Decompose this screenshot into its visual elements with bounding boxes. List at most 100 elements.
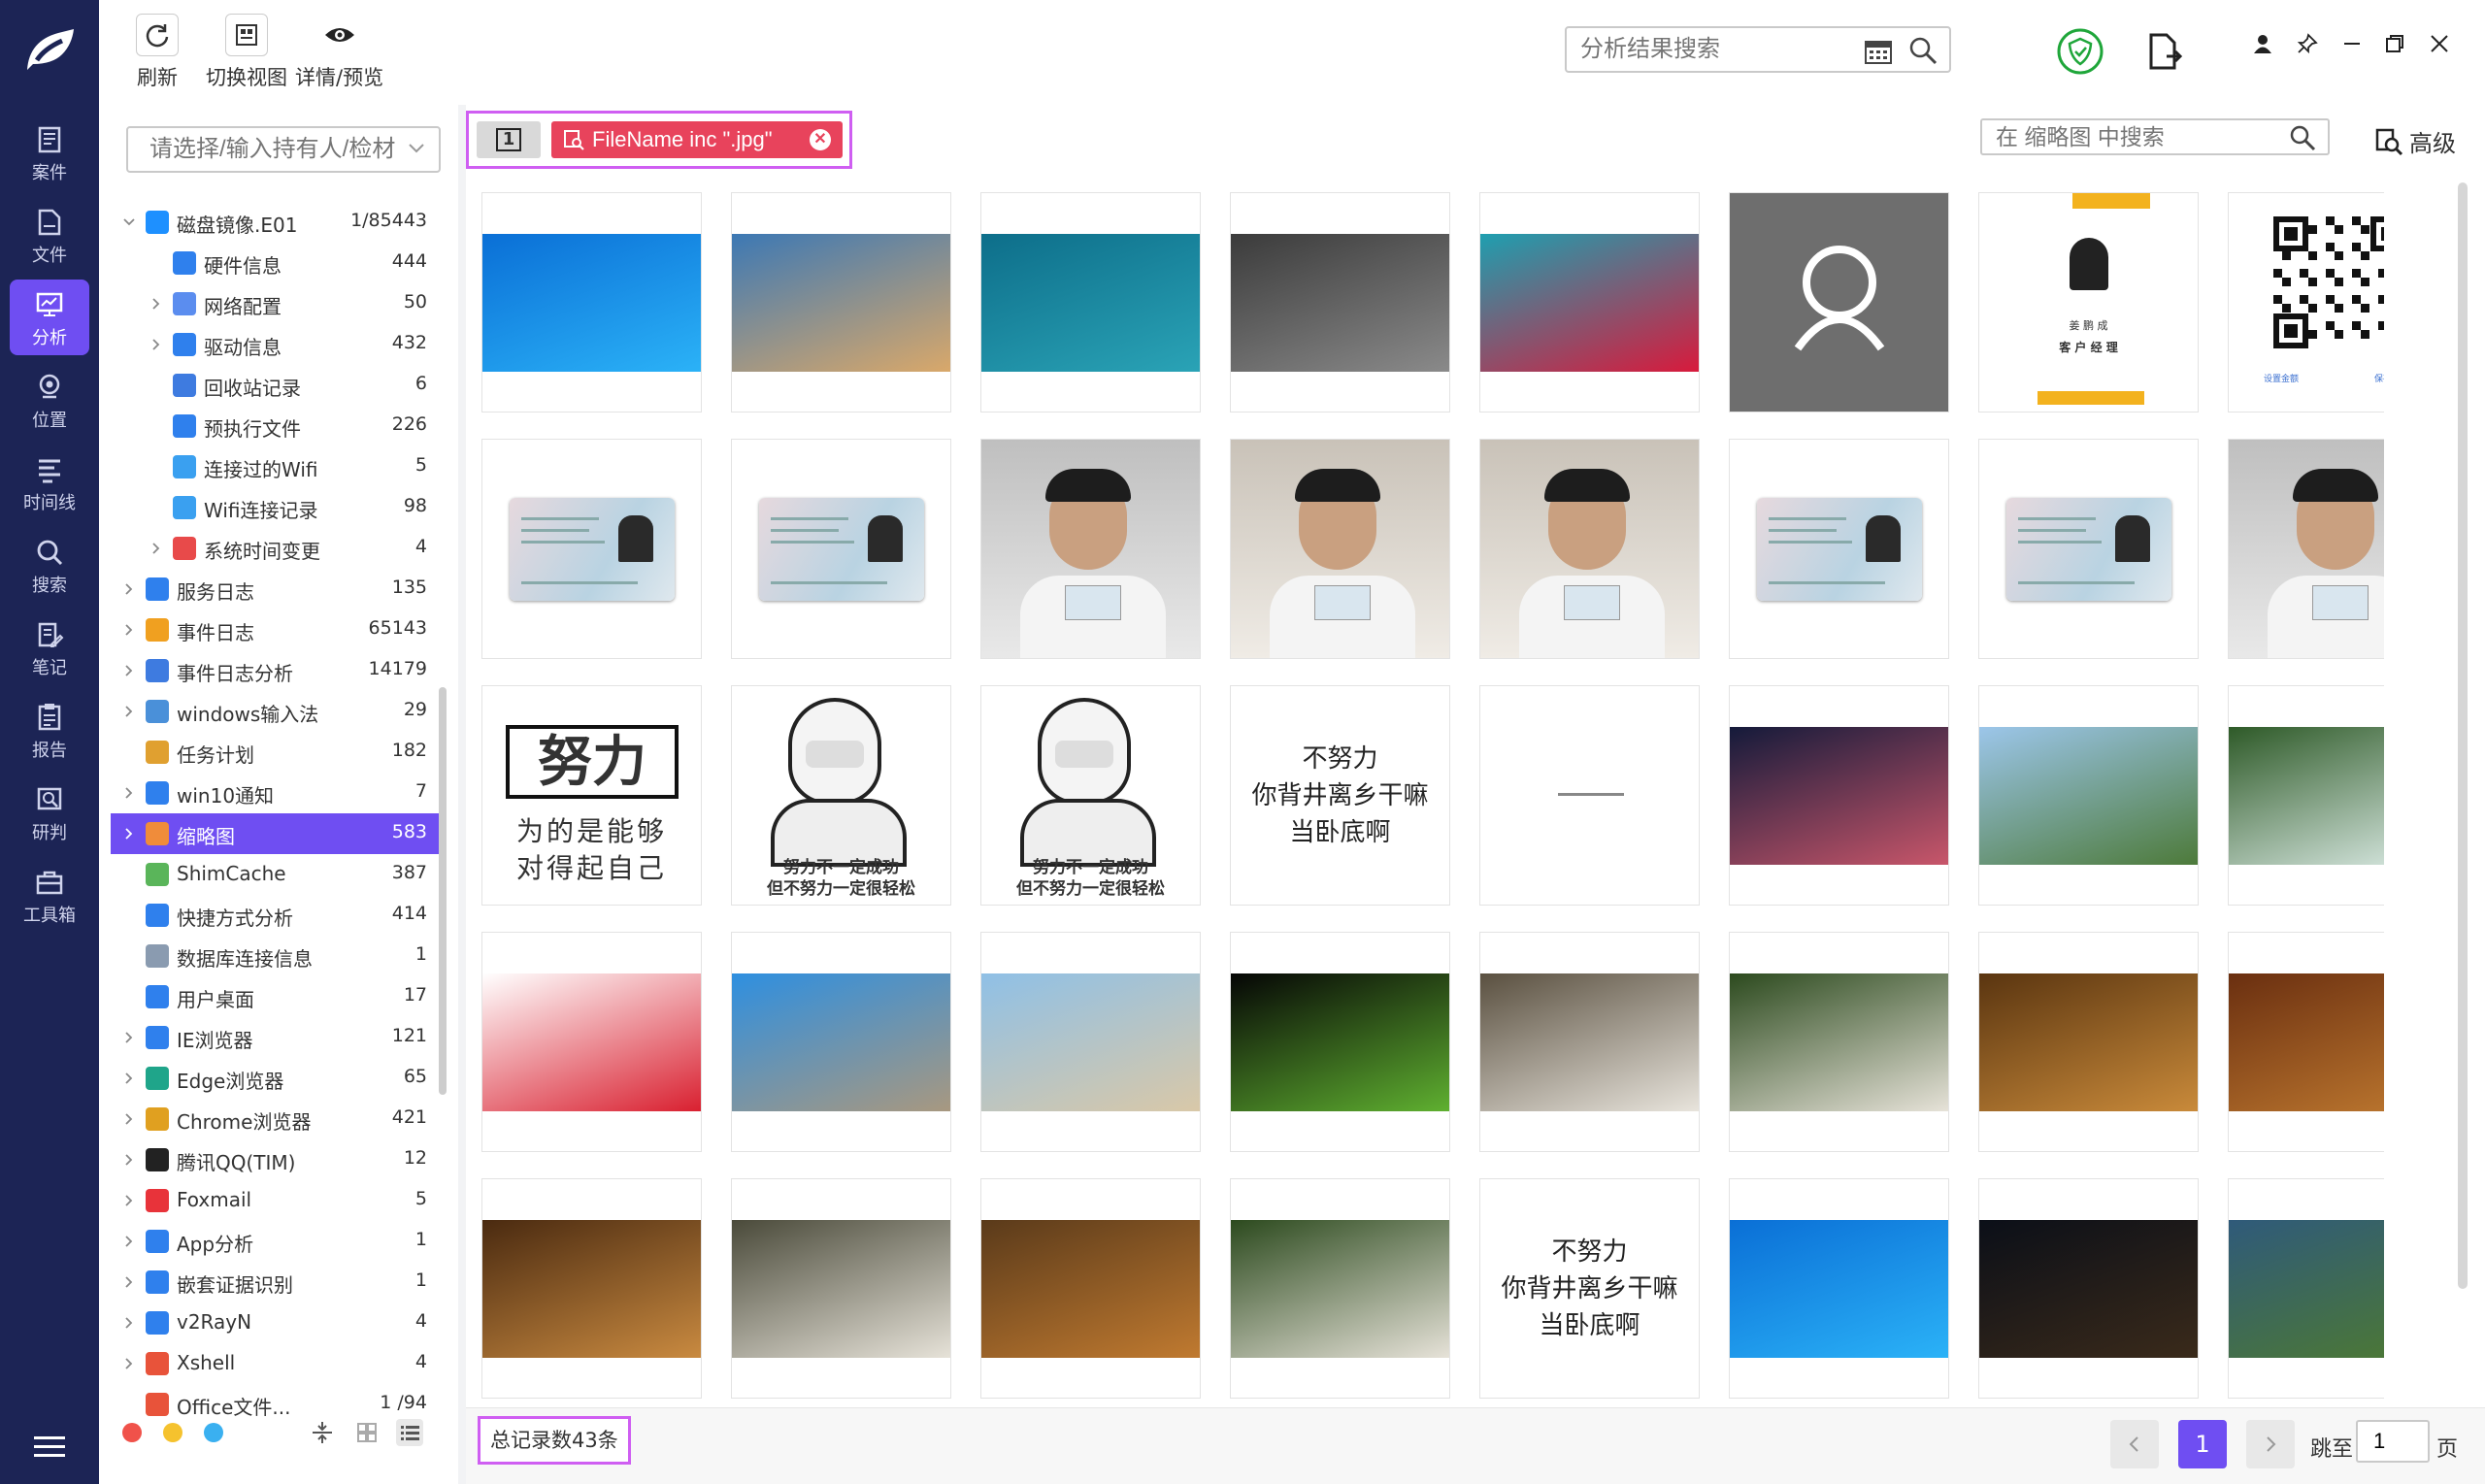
thumbnail-lion[interactable] [980, 1178, 1201, 1399]
thumbnail-cartoon-dog[interactable] [980, 932, 1201, 1152]
thumbnail-id-card[interactable] [1729, 439, 1949, 659]
tree-item[interactable]: 用户桌面 17 [111, 976, 441, 1017]
thumbnail-white-tiger-grass[interactable] [1729, 932, 1949, 1152]
shield-status-icon[interactable] [2056, 27, 2104, 76]
holder-select[interactable] [126, 126, 441, 173]
tree-item[interactable]: 快捷方式分析 414 [111, 895, 441, 936]
tree-item[interactable]: 硬件信息 444 [111, 243, 441, 283]
thumbnail-windows-blue[interactable] [481, 192, 702, 412]
thumbnail-id-card[interactable] [731, 439, 951, 659]
tree-item[interactable]: 事件日志分析 14179 [111, 650, 441, 691]
calendar-icon[interactable] [1864, 38, 1893, 65]
search-icon[interactable] [1908, 36, 1938, 65]
tree-item[interactable]: 驱动信息 432 [111, 324, 441, 365]
thumbnail-man-holding-id[interactable] [1479, 439, 1700, 659]
thumbnail-qr-code[interactable]: 设置金额保存收款码 [2228, 192, 2384, 412]
tree-item[interactable]: 事件日志 65143 [111, 610, 441, 650]
thumbnail-white-tiger[interactable] [731, 1178, 951, 1399]
nav-item-timeline[interactable]: 时间线 [10, 445, 89, 520]
search-icon[interactable] [2289, 124, 2316, 151]
thumbnail-rock-texture[interactable] [1230, 192, 1450, 412]
tree-item[interactable]: win10通知 7 [111, 773, 441, 813]
grid-view-icon[interactable] [353, 1419, 381, 1446]
tree-item[interactable]: windows输入法 29 [111, 691, 441, 732]
tree-item[interactable]: 回收站记录 6 [111, 365, 441, 406]
thumbnail-id-card[interactable] [481, 439, 702, 659]
chevron-down-icon[interactable] [122, 215, 136, 229]
thumbnail-id-card[interactable] [1978, 439, 2199, 659]
holder-filter-input[interactable] [128, 128, 400, 171]
filter-tag[interactable]: FileName inc ".jpg" ✕ [551, 121, 843, 158]
red-dot-icon[interactable] [122, 1423, 142, 1442]
blue-dot-icon[interactable] [204, 1423, 223, 1442]
thumbnail-user-placeholder[interactable] [1729, 192, 1949, 412]
nav-item-search[interactable]: 搜索 [10, 527, 89, 603]
thumbnail-red-flower[interactable] [1479, 192, 1700, 412]
hamburger-menu-icon[interactable] [32, 1433, 67, 1462]
nav-item-case[interactable]: 案件 [10, 115, 89, 190]
remove-filter-icon[interactable]: ✕ [810, 129, 831, 150]
tree-item[interactable]: 嵌套证据识别 1 [111, 1262, 441, 1303]
tree-item[interactable]: Edge浏览器 65 [111, 1058, 441, 1099]
refresh-button[interactable]: 刷新 [136, 14, 179, 91]
collapse-all-icon[interactable] [309, 1419, 336, 1446]
switch-view-button[interactable]: 切换视图 [206, 14, 287, 91]
chevron-right-icon[interactable] [122, 1072, 136, 1085]
user-icon[interactable] [2252, 33, 2273, 54]
thumbnail-business-card[interactable]: 姜 鹏 成客 户 经 理 [1978, 192, 2199, 412]
nav-item-report[interactable]: 报告 [10, 692, 89, 768]
prev-page-button[interactable] [2110, 1420, 2159, 1468]
tree-item[interactable]: ShimCache 387 [111, 854, 441, 895]
thumbnail-night-sky[interactable] [1978, 1178, 2199, 1399]
thumbnail-meme-text[interactable]: 努力 为的是能够 对得起自己 [481, 685, 702, 906]
chevron-right-icon[interactable] [122, 1235, 136, 1248]
nav-item-judge[interactable]: 研判 [10, 775, 89, 850]
thumbnail-pavilion-lake[interactable] [1978, 685, 2199, 906]
tree-item[interactable]: v2RayN 4 [111, 1303, 441, 1343]
tree-item[interactable]: 任务计划 182 [111, 732, 441, 773]
chevron-right-icon[interactable] [122, 1031, 136, 1044]
thumbnail-lion[interactable] [1978, 932, 2199, 1152]
tree-item[interactable]: Chrome浏览器 421 [111, 1099, 441, 1139]
tree-item[interactable]: 腾讯QQ(TIM) 12 [111, 1139, 441, 1180]
thumbnail-frog[interactable] [1230, 932, 1450, 1152]
chevron-right-icon[interactable] [122, 582, 136, 596]
thumbnail-lion[interactable] [481, 1178, 702, 1399]
chevron-right-icon[interactable] [122, 623, 136, 637]
chevron-right-icon[interactable] [122, 786, 136, 800]
tree-scrollbar[interactable] [439, 687, 447, 1095]
tree-item[interactable]: 数据库连接信息 1 [111, 936, 441, 976]
filter-tab-1[interactable]: 1 [477, 121, 541, 158]
tree-item[interactable]: 系统时间变更 4 [111, 528, 441, 569]
advanced-search-button[interactable]: 高级 [2374, 124, 2456, 158]
tree-item[interactable]: IE浏览器 121 [111, 1017, 441, 1058]
tree-item[interactable]: 预执行文件 226 [111, 406, 441, 446]
page-1-button[interactable]: 1 [2178, 1420, 2227, 1468]
nav-item-analysis[interactable]: 分析 [10, 280, 89, 355]
thumbnail-mountain-lake[interactable] [2228, 1178, 2384, 1399]
thumbnail-white-tiger-grass[interactable] [1230, 1178, 1450, 1399]
thumbnail-text-image[interactable]: 不努力 你背井离乡干嘛 当卧底啊 [1230, 685, 1450, 906]
thumbnail-underwater[interactable] [980, 192, 1201, 412]
thumbnail-waterfall[interactable] [2228, 685, 2384, 906]
grid-scrollbar[interactable] [2458, 182, 2468, 1289]
nav-item-note[interactable]: 笔记 [10, 610, 89, 685]
nav-item-file[interactable]: 文件 [10, 197, 89, 273]
chevron-right-icon[interactable] [122, 1112, 136, 1126]
chevron-right-icon[interactable] [122, 827, 136, 841]
tree-item[interactable]: Foxmail 5 [111, 1180, 441, 1221]
tree-item[interactable]: 网络配置 50 [111, 283, 441, 324]
tree-item[interactable]: App分析 1 [111, 1221, 441, 1262]
thumbnail-goose[interactable] [731, 932, 951, 1152]
chevron-right-icon[interactable] [122, 1357, 136, 1370]
page-jump-input[interactable] [2356, 1420, 2430, 1463]
chevron-right-icon[interactable] [122, 1275, 136, 1289]
tree-item[interactable]: Xshell 4 [111, 1343, 441, 1384]
details-preview-button[interactable]: 详情/预览 [295, 14, 383, 91]
tree-item[interactable]: Wifi连接记录 98 [111, 487, 441, 528]
chevron-right-icon[interactable] [122, 705, 136, 718]
pin-icon[interactable] [2297, 33, 2318, 54]
next-page-button[interactable] [2246, 1420, 2295, 1468]
nav-item-location[interactable]: 位置 [10, 362, 89, 438]
tree-item[interactable]: 连接过的Wifi 5 [111, 446, 441, 487]
